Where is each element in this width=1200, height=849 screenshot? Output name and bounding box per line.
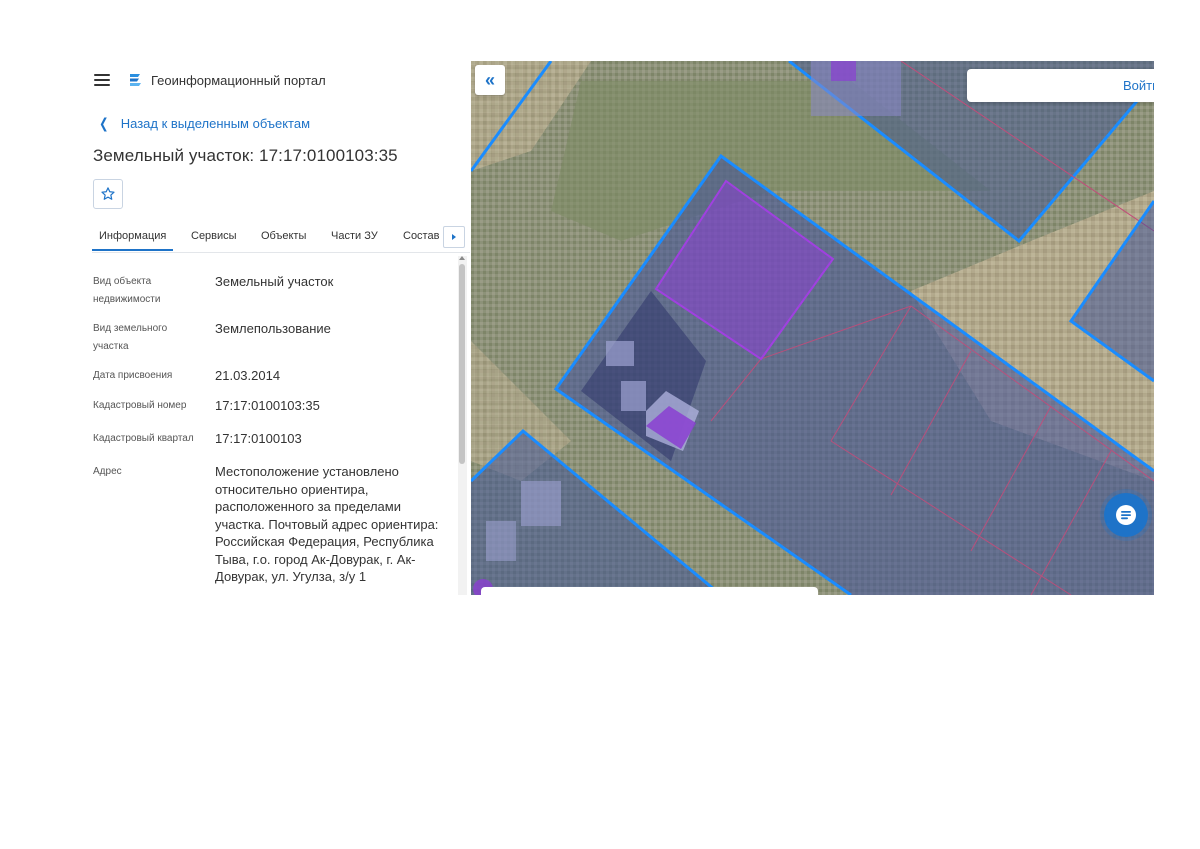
login-button[interactable]: Войти bbox=[1123, 78, 1154, 93]
menu-icon[interactable] bbox=[94, 74, 110, 86]
tab-information[interactable]: Информация bbox=[99, 230, 166, 242]
chevron-left-icon: ❮ bbox=[99, 115, 109, 131]
info-label: Дата присвоения bbox=[93, 370, 173, 381]
tab-composition[interactable]: Состав bbox=[403, 230, 439, 242]
back-link-label: Назад к выделенным объектам bbox=[120, 116, 311, 131]
portal-logo-icon bbox=[130, 74, 141, 86]
tab-scroll-right-button[interactable] bbox=[443, 226, 465, 248]
tab-parts[interactable]: Части ЗУ bbox=[331, 230, 378, 242]
info-panel: Геоинформационный портал ❮ Назад к выдел… bbox=[80, 60, 470, 595]
app-title: Геоинформационный портал bbox=[151, 72, 326, 88]
collapse-panel-button[interactable]: « bbox=[475, 65, 505, 95]
info-value: 17:17:0100103 bbox=[215, 431, 302, 446]
info-value: 17:17:0100103:35 bbox=[215, 398, 320, 413]
info-value: Земельный участок bbox=[215, 274, 334, 289]
chat-bubble-icon bbox=[1116, 505, 1136, 525]
back-link[interactable]: ❮ Назад к выделенным объектам bbox=[98, 115, 310, 132]
satellite-map[interactable] bbox=[471, 61, 1154, 595]
top-bar: Геоинформационный портал bbox=[94, 70, 326, 90]
bottom-card bbox=[481, 587, 818, 595]
double-chevron-left-icon: « bbox=[484, 69, 495, 90]
active-tab-indicator bbox=[92, 249, 173, 251]
tab-bar: Информация Сервисы Объекты Части ЗУ Сост… bbox=[92, 226, 470, 253]
info-value: Землепользование bbox=[215, 321, 331, 336]
info-label: Кадастровый квартал bbox=[93, 433, 194, 444]
scroll-up-arrow-icon[interactable] bbox=[459, 256, 465, 260]
info-label: Кадастровый номер bbox=[93, 400, 187, 411]
favorite-button[interactable] bbox=[93, 179, 123, 209]
panel-scrollbar[interactable] bbox=[458, 256, 467, 595]
info-label: Адрес bbox=[93, 466, 122, 477]
tab-services[interactable]: Сервисы bbox=[191, 230, 237, 242]
tab-objects[interactable]: Объекты bbox=[261, 230, 306, 242]
info-label: Вид объекта недвижимости bbox=[93, 276, 161, 305]
map-view[interactable]: « Войти bbox=[471, 61, 1154, 595]
info-value: 21.03.2014 bbox=[215, 368, 281, 383]
info-label: Вид земельного участка bbox=[93, 323, 168, 352]
login-bar: Войти bbox=[967, 69, 1154, 102]
screen: Геоинформационный портал ❮ Назад к выдел… bbox=[0, 0, 1200, 849]
chat-button[interactable] bbox=[1104, 493, 1148, 537]
scrollbar-thumb[interactable] bbox=[459, 264, 465, 464]
info-value: Местоположение установлено относительно … bbox=[215, 464, 439, 584]
page-title: Земельный участок: 17:17:0100103:35 bbox=[93, 146, 398, 165]
star-icon bbox=[101, 187, 115, 200]
